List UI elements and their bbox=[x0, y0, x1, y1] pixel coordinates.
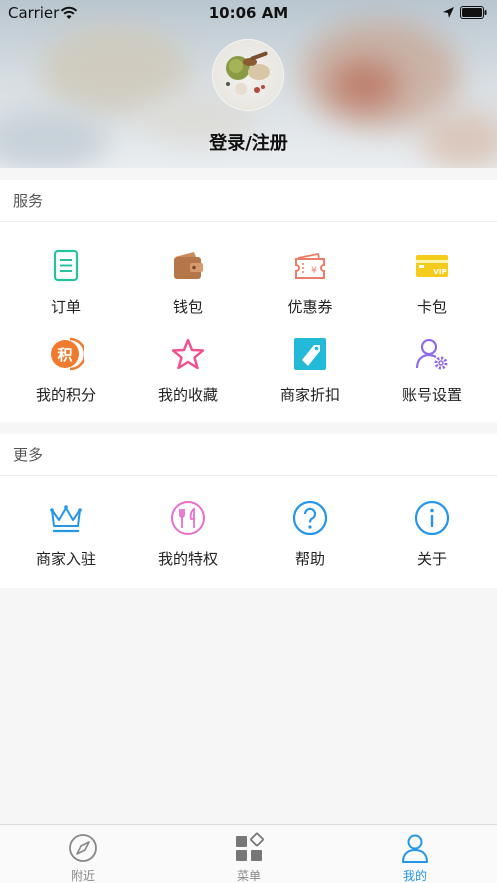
menu-grid-icon bbox=[236, 832, 264, 861]
merchant-discount-item[interactable]: 商家折扣 bbox=[248, 336, 372, 424]
tab-menu[interactable]: 菜单 bbox=[166, 825, 332, 883]
about-item[interactable]: 关于 bbox=[370, 500, 494, 588]
tab-label: 我的 bbox=[402, 869, 427, 883]
section-title: 更多 bbox=[0, 434, 497, 476]
battery-icon bbox=[460, 6, 487, 19]
help-label: 帮助 bbox=[294, 550, 325, 568]
tab-label: 菜单 bbox=[236, 869, 261, 883]
favorites-label: 我的收藏 bbox=[157, 386, 218, 404]
info-icon bbox=[414, 500, 450, 536]
clock: 10:06 AM bbox=[208, 4, 289, 22]
card-wallet-item[interactable]: VIP 卡包 bbox=[370, 248, 494, 336]
order-icon bbox=[53, 249, 79, 282]
account-settings-icon bbox=[415, 338, 448, 370]
favorites-item[interactable]: 我的收藏 bbox=[126, 336, 250, 424]
location-arrow-icon bbox=[443, 7, 454, 18]
avatar-image bbox=[226, 51, 270, 95]
more-section: 更多 商家入驻 我的特权 帮助 关于 bbox=[0, 434, 497, 588]
help-icon bbox=[292, 500, 328, 536]
login-register-link[interactable]: 登录/注册 bbox=[0, 129, 497, 155]
section-title: 服务 bbox=[0, 180, 497, 222]
points-icon: 积 bbox=[51, 337, 84, 371]
order-item[interactable]: 订单 bbox=[4, 248, 128, 336]
svg-text:积: 积 bbox=[57, 346, 72, 364]
merchant-discount-label: 商家折扣 bbox=[279, 386, 340, 404]
wallet-item[interactable]: 钱包 bbox=[126, 248, 250, 336]
avatar[interactable] bbox=[212, 39, 284, 111]
points-label: 我的积分 bbox=[35, 386, 96, 404]
order-label: 订单 bbox=[50, 298, 81, 316]
svg-text:VIP: VIP bbox=[433, 268, 446, 276]
merchant-join-label: 商家入驻 bbox=[35, 550, 96, 568]
coupon-icon: ¥ bbox=[295, 252, 325, 279]
privileges-label: 我的特权 bbox=[157, 550, 218, 568]
profile-header: Carrier 10:06 AM 登录/注册 bbox=[0, 0, 497, 168]
about-label: 关于 bbox=[416, 550, 447, 568]
card-wallet-label: 卡包 bbox=[416, 298, 447, 316]
points-item[interactable]: 积 我的积分 bbox=[4, 336, 128, 424]
coupon-item[interactable]: ¥ 优惠券 bbox=[248, 248, 372, 336]
star-icon bbox=[171, 338, 205, 370]
user-icon bbox=[402, 834, 428, 863]
tab-bar: 附近 菜单 我的 bbox=[0, 824, 497, 883]
crown-icon bbox=[50, 505, 82, 533]
merchant-join-item[interactable]: 商家入驻 bbox=[4, 500, 128, 588]
compass-icon bbox=[69, 834, 97, 862]
dining-privilege-icon bbox=[171, 501, 205, 535]
wallet-icon bbox=[174, 252, 203, 279]
svg-text:¥: ¥ bbox=[311, 266, 317, 276]
help-item[interactable]: 帮助 bbox=[248, 500, 372, 588]
privileges-item[interactable]: 我的特权 bbox=[126, 500, 250, 588]
status-bar: Carrier 10:06 AM bbox=[0, 0, 497, 26]
discount-tag-icon bbox=[294, 338, 326, 370]
vip-card-icon: VIP bbox=[416, 255, 448, 277]
services-section: 服务 订单 钱包 ¥ 优惠券 VIP 卡包 积 我的积分 我的收藏 商家折扣 账… bbox=[0, 180, 497, 422]
account-settings-item[interactable]: 账号设置 bbox=[370, 336, 494, 424]
tab-nearby[interactable]: 附近 bbox=[0, 825, 166, 883]
coupon-label: 优惠券 bbox=[287, 298, 333, 316]
wallet-label: 钱包 bbox=[172, 298, 203, 316]
background-blur bbox=[330, 60, 400, 110]
account-settings-label: 账号设置 bbox=[401, 386, 462, 404]
tab-label: 附近 bbox=[70, 869, 95, 883]
tab-mine[interactable]: 我的 bbox=[332, 825, 497, 883]
